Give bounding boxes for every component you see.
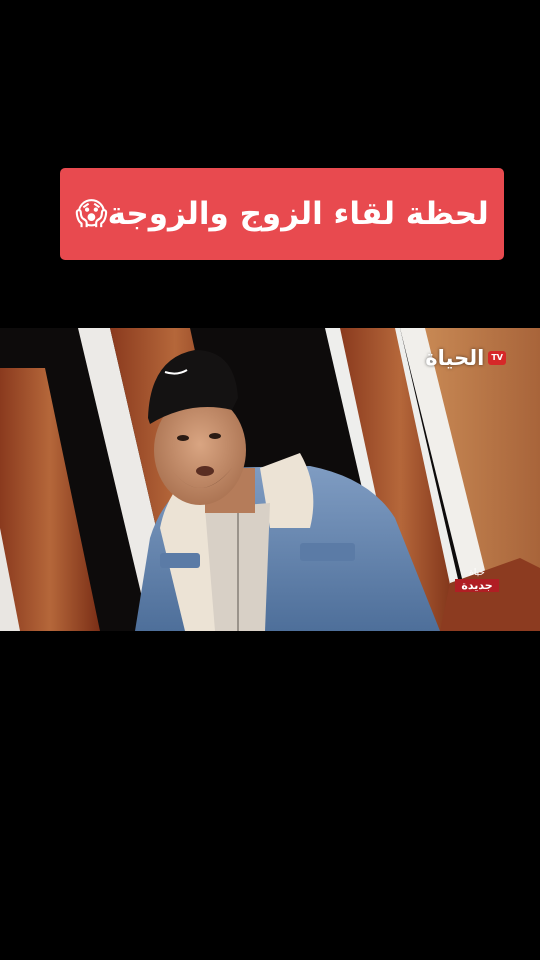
show-logo-line2: جديدة [455, 578, 499, 592]
tv-badge: TV [488, 351, 506, 365]
show-logo-line1: حياة [469, 567, 485, 578]
channel-logo: TV الحياة [425, 346, 506, 370]
channel-name: الحياة [425, 346, 485, 370]
caption-banner: لحظة لقاء الزوج والزوجة😱 [60, 168, 504, 260]
caption-text: لحظة لقاء الزوج والزوجة😱 [75, 196, 489, 232]
video-frame[interactable]: TV الحياة حياة جديدة [0, 328, 540, 631]
show-logo: حياة جديدة [442, 566, 512, 594]
